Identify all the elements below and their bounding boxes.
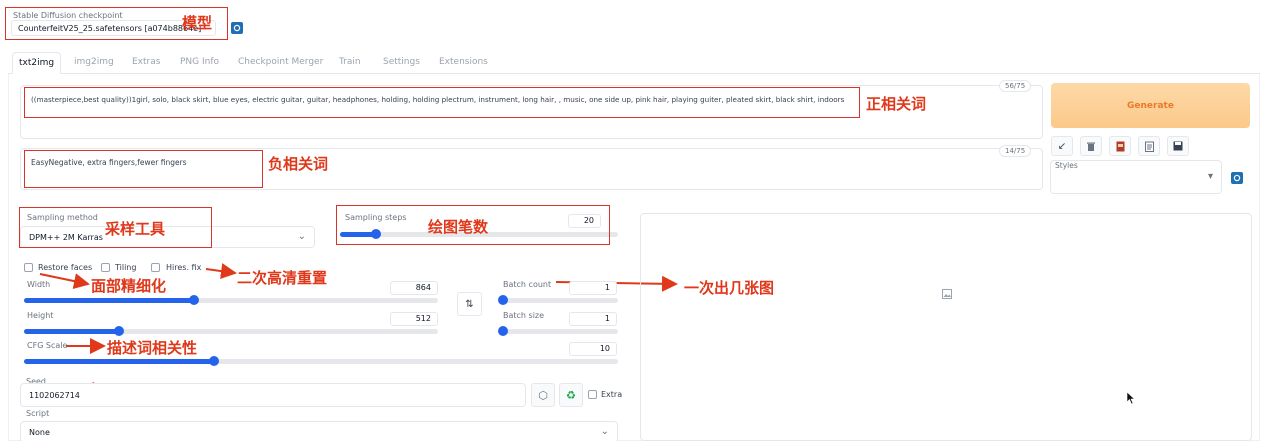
batch-size-label: Batch size: [503, 311, 545, 320]
swap-icon: ⇅: [465, 298, 474, 310]
cfg-scale-label: CFG Scale: [27, 341, 68, 350]
batch-size-slider[interactable]: [498, 326, 618, 336]
image-placeholder-icon: [942, 289, 952, 299]
extra-seed-checkbox[interactable]: [588, 390, 597, 399]
height-label: Height: [27, 311, 54, 320]
hires-arrow: [205, 263, 237, 280]
chevron-down-icon: ⌄: [600, 426, 609, 437]
cfg-scale-slider[interactable]: [24, 356, 618, 366]
width-slider[interactable]: [24, 295, 438, 305]
annotation-hires: 二次高清重置: [237, 269, 328, 287]
recycle-icon: ♻: [566, 388, 576, 402]
seed-input[interactable]: 1102062714: [20, 383, 526, 407]
dice-icon: ⬡: [538, 388, 548, 402]
random-seed-button[interactable]: ⬡: [531, 383, 555, 407]
swap-dimensions-button[interactable]: ⇅: [457, 292, 482, 316]
annotation-cfg: 描述词相关性: [107, 339, 198, 357]
cfg-scale-input[interactable]: 10: [569, 342, 617, 356]
script-label: Script: [26, 409, 50, 418]
annotation-face: 面部精细化: [91, 277, 167, 295]
height-input[interactable]: 512: [390, 312, 438, 326]
height-slider[interactable]: [24, 326, 438, 336]
batch-count-input[interactable]: 1: [569, 281, 617, 295]
width-label: Width: [27, 280, 51, 289]
mouse-cursor-icon: [1126, 391, 1136, 405]
output-gallery[interactable]: [640, 213, 1252, 441]
batch-count-slider[interactable]: [498, 295, 618, 305]
batch-size-input[interactable]: 1: [569, 312, 617, 326]
reuse-seed-button[interactable]: ♻: [559, 383, 583, 407]
script-value: None: [29, 428, 50, 437]
script-select[interactable]: None ⌄: [20, 421, 618, 441]
extra-seed-label: Extra: [601, 390, 623, 399]
width-input[interactable]: 864: [390, 281, 438, 295]
batch-count-label: Batch count: [503, 280, 552, 289]
